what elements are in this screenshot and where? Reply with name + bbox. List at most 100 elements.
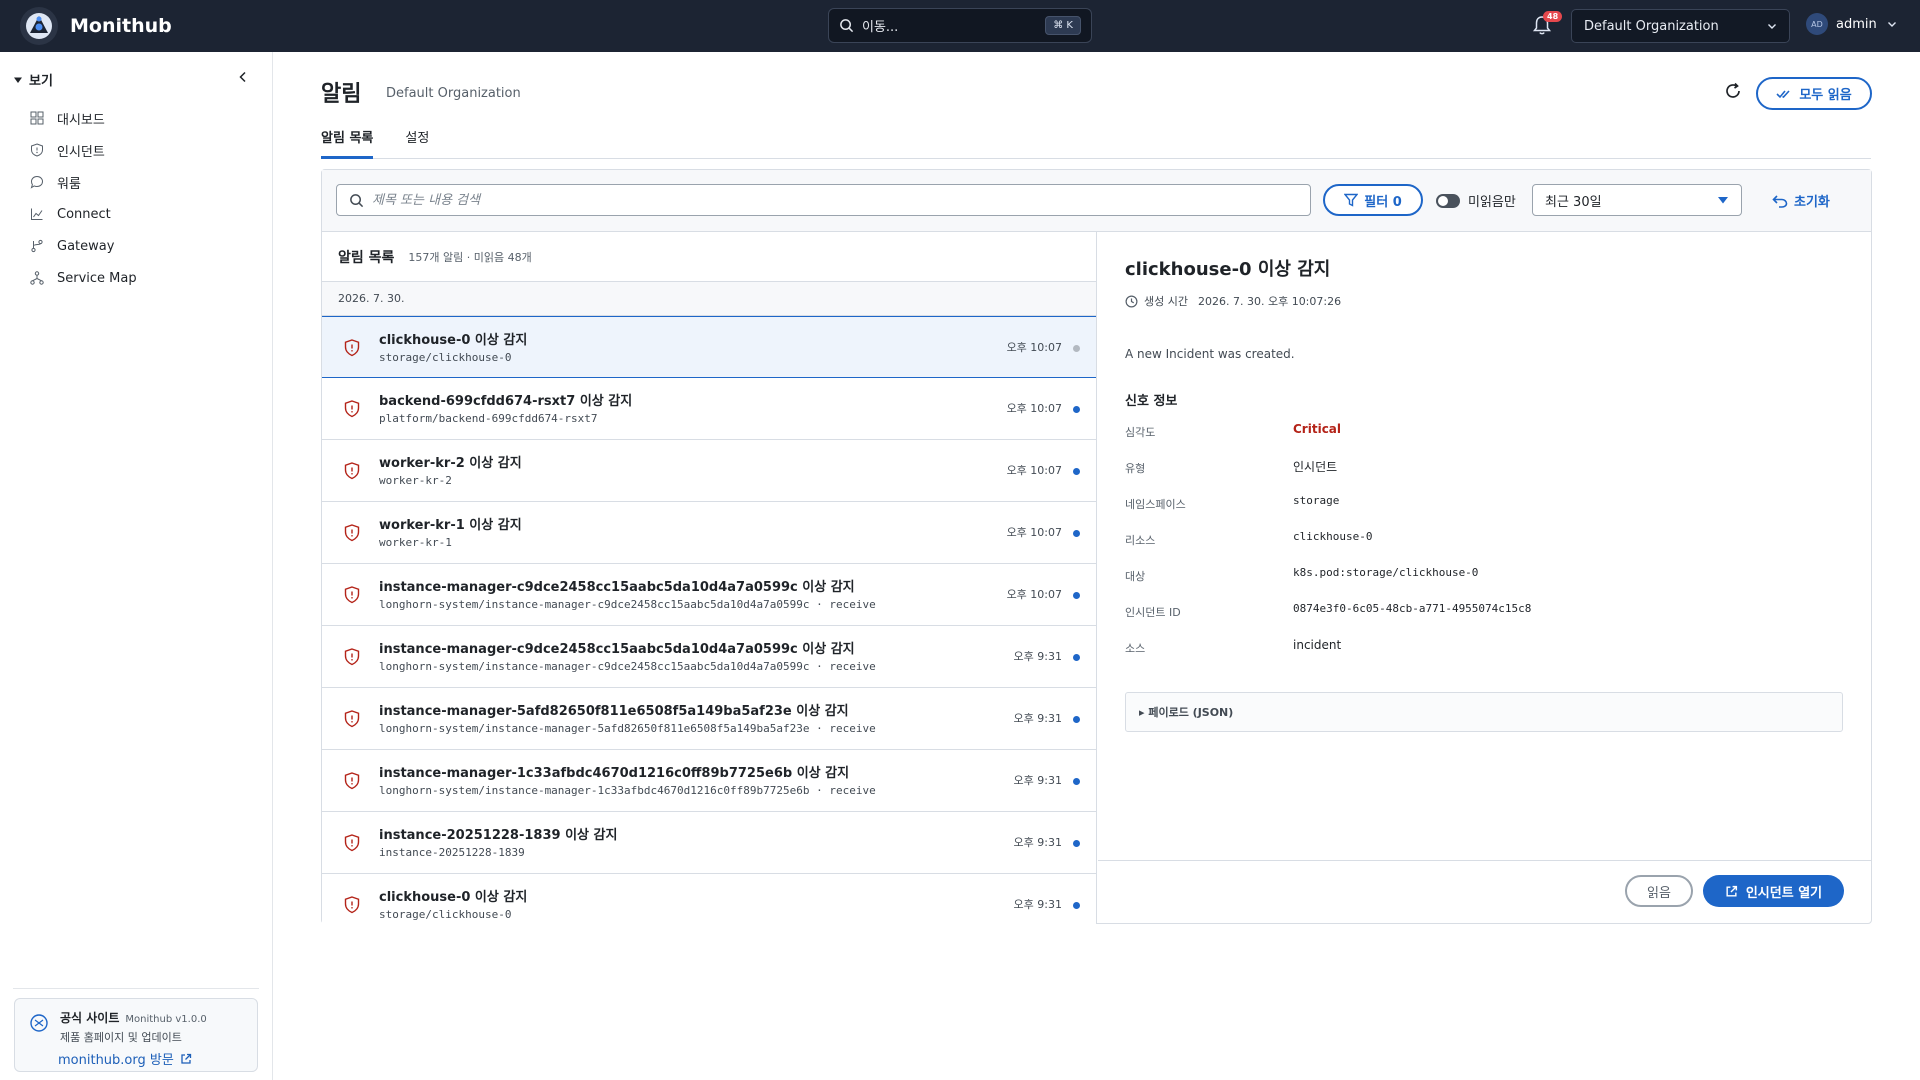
payload-toggle[interactable]: ▸ 페이로드 (JSON) <box>1125 692 1843 732</box>
network-icon <box>30 271 44 285</box>
avatar: AD <box>1806 13 1828 35</box>
alert-path: longhorn-system/instance-manager-1c33afb… <box>379 784 876 797</box>
field-incident-id: 인시던트 ID 0874e3f0-6c05-48cb-a771-4955074c1… <box>1125 602 1532 619</box>
alert-time: 오후 10:07 <box>1006 526 1062 539</box>
alert-title: instance-manager-5afd82650f811e6508f5a14… <box>379 704 849 719</box>
created-label: 생성 시간 <box>1144 295 1188 308</box>
top-bar: Monithub 이동... ⌘ K 48 Default Organizati… <box>0 0 1920 52</box>
double-check-icon <box>1776 89 1790 98</box>
table-row[interactable]: instance-manager-5afd82650f811e6508f5a14… <box>322 688 1096 750</box>
alerts-panel: 필터 0 미읽음만 최근 30일 초기화 알림 목록 157개 알림 · 미읽음… <box>321 169 1872 924</box>
alert-title: instance-manager-1c33afbdc4670d1216c0ff8… <box>379 766 850 781</box>
unread-indicator <box>1073 716 1080 723</box>
unread-indicator <box>1073 654 1080 661</box>
external-link-icon <box>181 1053 191 1064</box>
official-site-subtitle: 제품 홈페이지 및 업데이트 <box>60 1031 182 1044</box>
page-title: 알림 <box>321 82 362 107</box>
date-group-header: 2026. 7. 30. <box>322 282 1096 316</box>
field-resource: 리소스 clickhouse-0 <box>1125 530 1373 547</box>
alert-search <box>336 184 1311 216</box>
alert-path: worker-kr-1 <box>379 536 452 549</box>
unread-indicator <box>1073 840 1080 847</box>
dashboard-icon <box>30 111 44 125</box>
table-row[interactable]: instance-manager-1c33afbdc4670d1216c0ff8… <box>322 750 1096 812</box>
table-row[interactable]: clickhouse-0 이상 감지 storage/clickhouse-0 오후… <box>322 316 1096 378</box>
sidebar-item-dashboard[interactable]: 대시보드 <box>30 102 137 134</box>
signal-info-table: 심각도 Critical 유형 인시던트 네임스페이스 storage 리소스 clic… <box>1125 422 1531 674</box>
undo-icon <box>1772 194 1788 208</box>
mark-read-button[interactable]: 읽음 <box>1625 875 1693 907</box>
alert-title: instance-manager-c9dce2458cc15aabc5da10d… <box>379 580 855 595</box>
alert-title: clickhouse-0 이상 감지 <box>379 890 528 905</box>
sidebar-item-label: 대시보드 <box>57 112 105 128</box>
globe-icon <box>30 1014 48 1032</box>
global-search[interactable]: 이동... ⌘ K <box>828 8 1092 43</box>
date-range-value: 최근 30일 <box>1545 194 1602 210</box>
read-all-button[interactable]: 모두 읽음 <box>1756 77 1872 110</box>
user-name: admin <box>1836 16 1877 32</box>
date-range-select[interactable]: 최근 30일 <box>1532 184 1742 216</box>
alert-time: 오후 9:31 <box>1013 712 1062 725</box>
official-site-title: 공식 사이트 Monithub v1.0.0 <box>60 1011 207 1025</box>
tab-alert-list[interactable]: 알림 목록 <box>321 127 374 159</box>
alert-title: worker-kr-2 이상 감지 <box>379 456 522 471</box>
alert-time: 오후 9:31 <box>1013 774 1062 787</box>
sidebar-item-gateway[interactable]: Gateway <box>30 230 137 262</box>
table-row[interactable]: backend-699cfdd674-rsxt7 이상 감지 platform/b… <box>322 378 1096 440</box>
table-row[interactable]: instance-manager-c9dce2458cc15aabc5da10d… <box>322 626 1096 688</box>
page-subtitle: Default Organization <box>386 86 521 101</box>
table-row[interactable]: instance-20251228-1839 이상 감지 instance-202… <box>322 812 1096 874</box>
unread-indicator <box>1073 902 1080 909</box>
severity-value: Critical <box>1293 422 1342 436</box>
search-icon <box>840 19 854 33</box>
alert-path: longhorn-system/instance-manager-c9dce24… <box>379 598 876 611</box>
chevron-left-icon <box>239 71 246 83</box>
sidebar-item-connect[interactable]: Connect <box>30 198 137 230</box>
table-row[interactable]: clickhouse-0 이상 감지 storage/clickhouse-0 오후… <box>322 874 1096 924</box>
org-select[interactable]: Default Organization <box>1571 9 1790 43</box>
sidebar-item-service-map[interactable]: Service Map <box>30 262 137 294</box>
chevron-down-icon <box>1768 24 1776 29</box>
user-menu[interactable]: AD admin <box>1806 13 1897 35</box>
sidebar-item-label: Connect <box>57 206 111 222</box>
sidebar-section-toggle[interactable]: 보기 <box>13 70 53 89</box>
table-row[interactable]: worker-kr-2 이상 감지 worker-kr-2 오후 10:07 <box>322 440 1096 502</box>
collapse-sidebar-button[interactable] <box>236 70 252 86</box>
alert-search-input[interactable] <box>372 192 1298 208</box>
main-content: 알림 Default Organization 모두 읽음 알림 목록 설정 필… <box>274 52 1920 1080</box>
reset-button[interactable]: 초기화 <box>1772 191 1830 210</box>
field-type: 유형 인시던트 <box>1125 460 1338 475</box>
sidebar-item-label: Service Map <box>57 270 137 286</box>
alert-path: platform/backend-699cfdd674-rsxt7 <box>379 412 598 425</box>
alert-path: worker-kr-2 <box>379 474 452 487</box>
global-search-label: 이동... <box>862 20 899 35</box>
app-version: Monithub v1.0.0 <box>125 1014 207 1025</box>
shield-alert-icon <box>344 896 360 914</box>
table-row[interactable]: worker-kr-1 이상 감지 worker-kr-1 오후 10:07 <box>322 502 1096 564</box>
alert-time: 오후 10:07 <box>1006 341 1062 354</box>
branch-icon <box>31 239 43 253</box>
alert-list-title: 알림 목록 <box>338 249 395 266</box>
unread-indicator <box>1073 468 1080 475</box>
sidebar-item-warroom[interactable]: 워룸 <box>30 166 137 198</box>
alert-path: longhorn-system/instance-manager-c9dce24… <box>379 660 876 673</box>
search-icon <box>350 193 364 207</box>
sidebar-item-incidents[interactable]: 인시던트 <box>30 134 137 166</box>
org-select-value: Default Organization <box>1584 18 1719 34</box>
official-site-link[interactable]: monithub.org 방문 <box>58 1049 245 1068</box>
filter-button[interactable]: 필터 0 <box>1323 184 1423 216</box>
toggle-switch[interactable] <box>1436 193 1460 208</box>
table-row[interactable]: instance-manager-c9dce2458cc15aabc5da10d… <box>322 564 1096 626</box>
sidebar-section-title: 보기 <box>29 74 53 89</box>
alert-title: worker-kr-1 이상 감지 <box>379 518 522 533</box>
alert-path: storage/clickhouse-0 <box>379 908 512 921</box>
alert-rows: clickhouse-0 이상 감지 storage/clickhouse-0 오후… <box>322 316 1096 924</box>
unread-indicator <box>1073 530 1080 537</box>
brand[interactable]: Monithub <box>20 7 320 45</box>
refresh-button[interactable] <box>1723 81 1745 103</box>
shield-alert-icon <box>344 524 360 542</box>
unread-only-toggle[interactable]: 미읽음만 <box>1436 191 1516 210</box>
alert-title: clickhouse-0 이상 감지 <box>379 333 528 348</box>
tab-settings[interactable]: 설정 <box>405 127 429 159</box>
open-incident-button[interactable]: 인시던트 열기 <box>1703 875 1844 907</box>
